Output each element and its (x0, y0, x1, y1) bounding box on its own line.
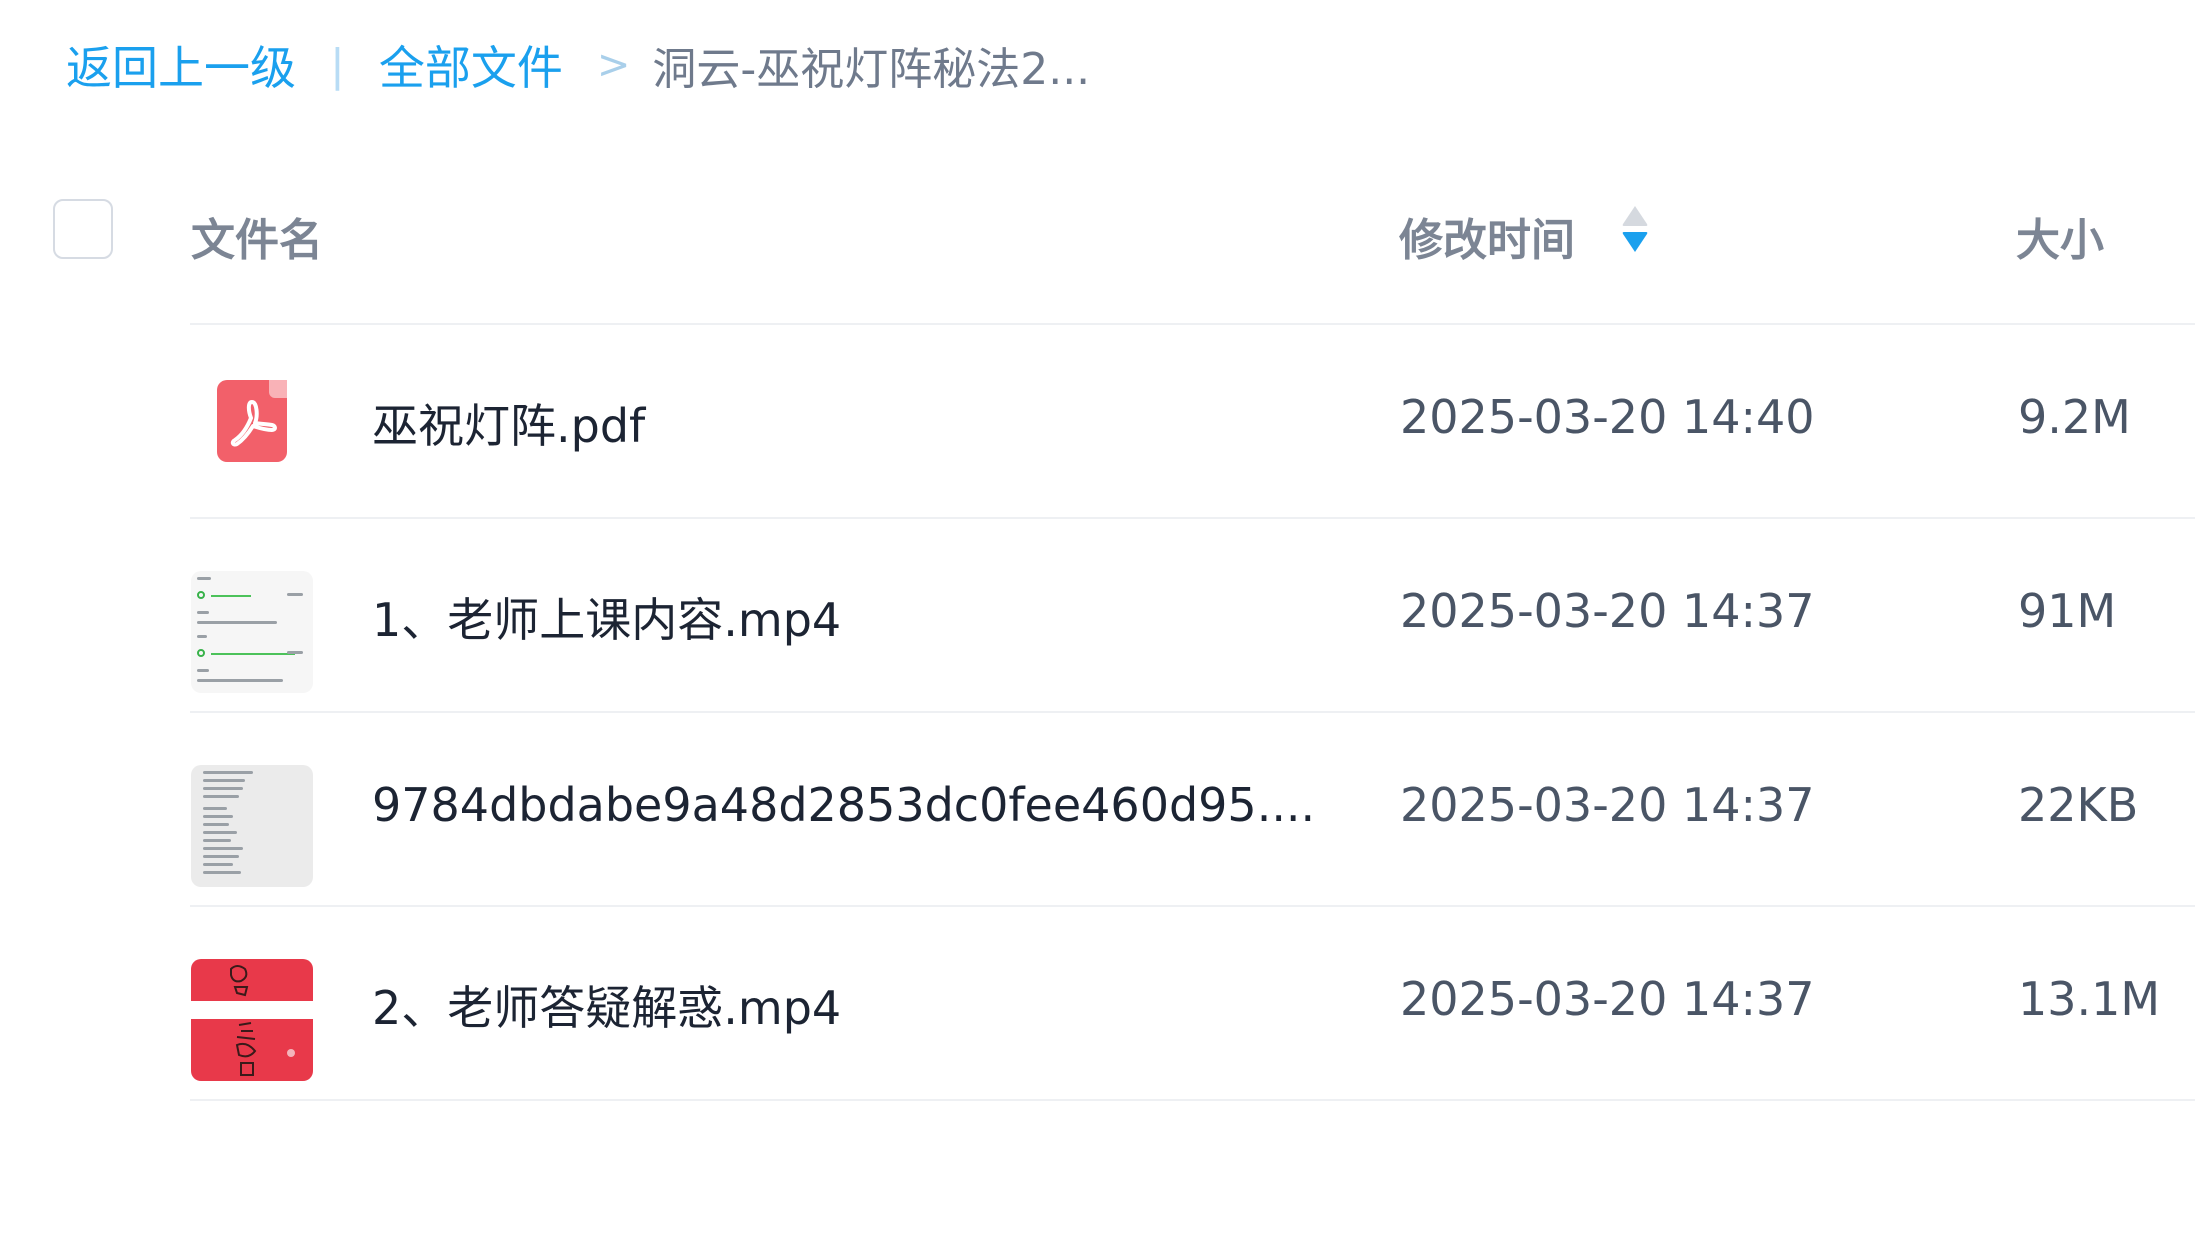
video-thumbnail (191, 959, 313, 1081)
column-header-size[interactable]: 大小 (2016, 204, 2104, 268)
breadcrumb: 返回上一级 | 全部文件 > 洞云-巫祝灯阵秘法2... (66, 30, 1090, 100)
breadcrumb-arrow-icon: > (596, 42, 631, 88)
back-link[interactable]: 返回上一级 (66, 32, 296, 98)
file-size: 9.2M (2018, 390, 2131, 444)
select-all-checkbox[interactable] (53, 199, 113, 259)
table-row[interactable]: 2、老师答疑解惑.mp4 2025-03-20 14:37 13.1M (0, 907, 2195, 1101)
image-thumbnail (191, 765, 313, 887)
video-thumbnail (191, 571, 313, 693)
sort-icon[interactable] (1618, 202, 1652, 256)
sort-down-icon (1622, 232, 1648, 252)
current-folder-name: 洞云-巫祝灯阵秘法2... (652, 44, 1091, 95)
file-modified-time: 2025-03-20 14:37 (1400, 584, 1815, 638)
file-name[interactable]: 9784dbdabe9a48d2853dc0fee460d95.... (372, 778, 1315, 832)
file-name[interactable]: 1、老师上课内容.mp4 (372, 584, 841, 650)
table-header: 文件名 修改时间 大小 (0, 190, 2195, 325)
column-header-name[interactable]: 文件名 (191, 204, 323, 268)
file-modified-time: 2025-03-20 14:40 (1400, 390, 1815, 444)
table-row[interactable]: 9784dbdabe9a48d2853dc0fee460d95.... 2025… (0, 713, 2195, 907)
pdf-file-icon (217, 380, 287, 462)
file-size: 13.1M (2018, 972, 2161, 1026)
breadcrumb-divider: | (330, 39, 345, 91)
file-size: 22KB (2018, 778, 2139, 832)
file-modified-time: 2025-03-20 14:37 (1400, 778, 1815, 832)
table-row[interactable]: 1、老师上课内容.mp4 2025-03-20 14:37 91M (0, 519, 2195, 713)
column-header-modified[interactable]: 修改时间 (1399, 204, 1575, 268)
file-modified-time: 2025-03-20 14:37 (1400, 972, 1815, 1026)
table-row[interactable]: 巫祝灯阵.pdf 2025-03-20 14:40 9.2M (0, 325, 2195, 519)
file-browser: 返回上一级 | 全部文件 > 洞云-巫祝灯阵秘法2... 文件名 修改时间 大小… (0, 0, 2195, 1253)
sort-up-icon (1622, 206, 1648, 226)
all-files-link[interactable]: 全部文件 (379, 32, 563, 98)
file-size: 91M (2018, 584, 2117, 638)
file-name[interactable]: 2、老师答疑解惑.mp4 (372, 972, 841, 1038)
file-list: 巫祝灯阵.pdf 2025-03-20 14:40 9.2M 1、老师上课内容.… (0, 325, 2195, 1101)
file-name[interactable]: 巫祝灯阵.pdf (372, 390, 645, 456)
